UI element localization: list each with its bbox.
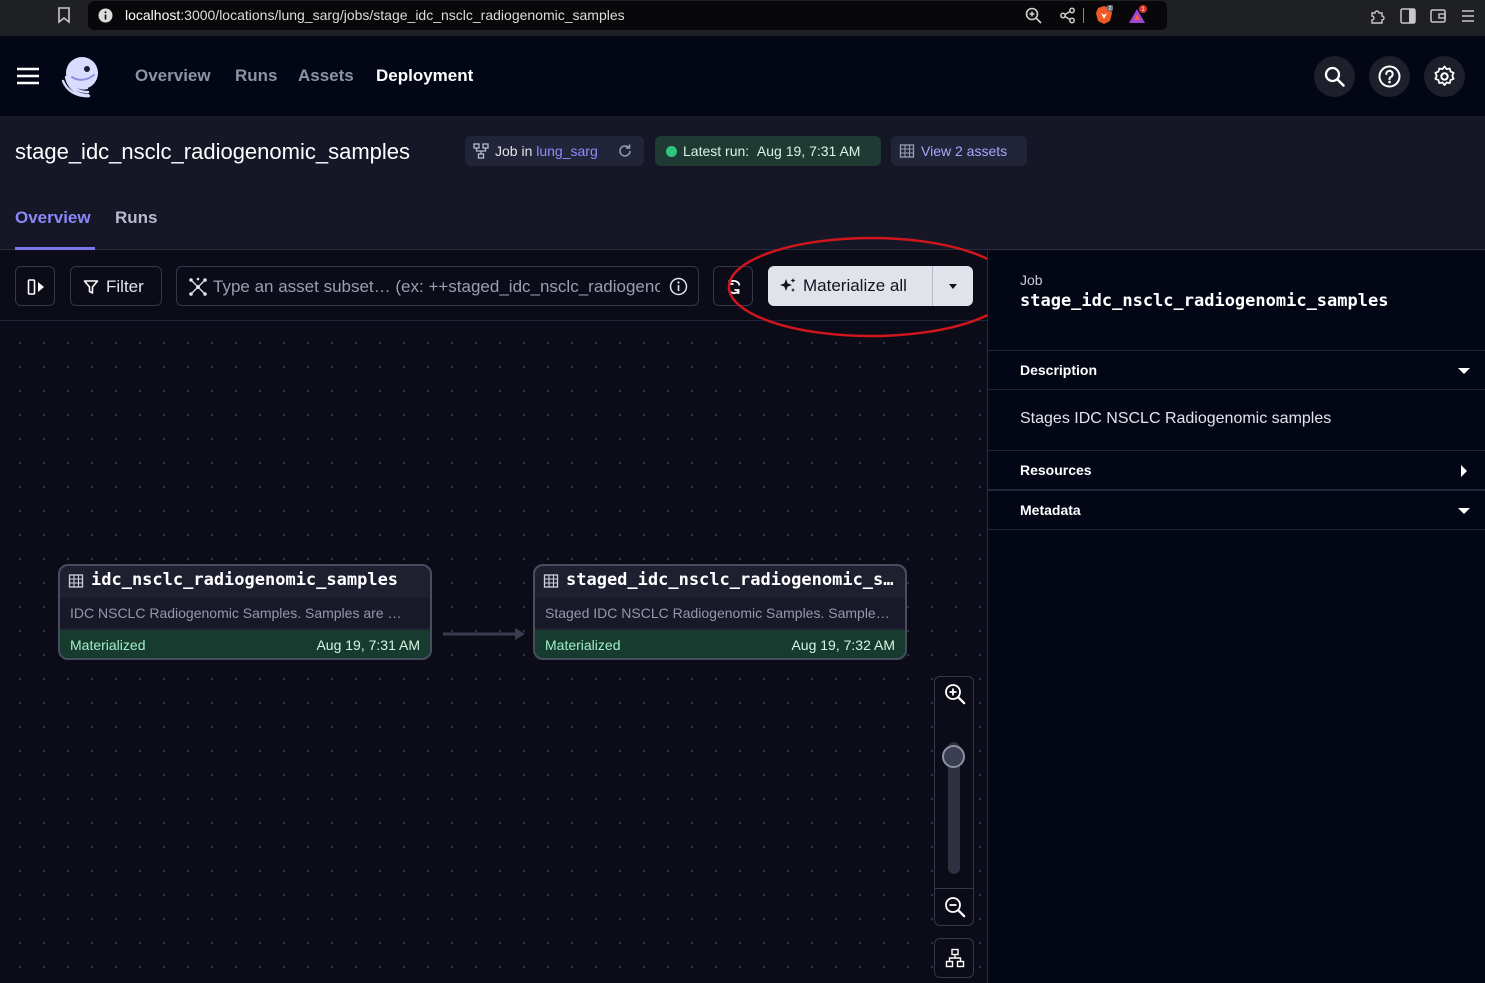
filter-icon — [83, 280, 99, 294]
page-title: stage_idc_nsclc_radiogenomic_samples — [15, 139, 411, 164]
nav-overview[interactable]: Overview — [135, 66, 211, 86]
description-section-header[interactable]: Description — [988, 350, 1485, 390]
view-assets-label: View 2 assets — [921, 143, 1008, 159]
address-separator — [1083, 8, 1084, 23]
brave-rewards-icon[interactable]: 1 — [1128, 5, 1148, 25]
run-success-dot — [666, 146, 677, 157]
settings-button[interactable] — [1424, 56, 1465, 97]
site-info-icon[interactable] — [98, 8, 113, 23]
materialization-status: Materialized — [70, 637, 146, 653]
help-icon — [1378, 65, 1401, 88]
materialize-all-button[interactable]: Materialize all — [768, 266, 973, 306]
asset-node-header: staged_idc_nsclc_radiogenomic_samples — [535, 566, 905, 596]
metadata-section-header[interactable]: Metadata — [988, 490, 1485, 530]
nav-runs[interactable]: Runs — [235, 66, 278, 86]
materialize-all-label: Materialize all — [803, 276, 907, 295]
hierarchy-icon — [945, 948, 965, 968]
toggle-sidebar-button[interactable] — [15, 266, 55, 306]
section-label: Resources — [1020, 462, 1092, 478]
asset-selection-icon — [188, 277, 208, 297]
chevron-down-icon — [1458, 508, 1470, 514]
asset-node-header: idc_nsclc_radiogenomic_samples — [60, 566, 430, 596]
dagster-logo-icon[interactable] — [58, 53, 106, 101]
zoom-out-icon[interactable] — [944, 896, 966, 918]
filter-label: Filter — [106, 277, 144, 296]
bookmark-icon[interactable] — [56, 6, 72, 24]
asset-node-name: idc_nsclc_radiogenomic_samples — [91, 570, 399, 590]
reload-definitions-icon[interactable] — [617, 143, 633, 159]
materialization-status: Materialized — [545, 637, 621, 653]
chevron-right-icon — [1461, 465, 1467, 477]
wallet-icon[interactable] — [1429, 7, 1447, 25]
asset-graph-canvas[interactable]: Filter Type an asset subset… (ex: ++stag… — [0, 251, 987, 983]
chevron-down-icon[interactable] — [948, 281, 958, 291]
view-assets-tag[interactable]: View 2 assets — [891, 136, 1027, 166]
app-header: Overview Runs Assets Deployment — [0, 36, 1485, 116]
asset-node[interactable]: idc_nsclc_radiogenomic_samples IDC NSCLC… — [58, 564, 432, 660]
active-tab-indicator — [15, 247, 95, 250]
asset-node-name: staged_idc_nsclc_radiogenomic_samples — [566, 570, 900, 590]
zoom-slider-handle[interactable] — [942, 745, 965, 768]
job-location-tag: Job in lung_sarg — [465, 136, 644, 166]
page-header: stage_idc_nsclc_radiogenomic_samples Job… — [0, 116, 1485, 250]
job-details-panel: Job stage_idc_nsclc_radiogenomic_samples… — [987, 251, 1485, 983]
asset-node[interactable]: staged_idc_nsclc_radiogenomic_samples St… — [533, 564, 907, 660]
zoom-controls — [934, 676, 974, 926]
button-divider — [932, 266, 933, 306]
search-button[interactable] — [1314, 56, 1355, 97]
sparkle-icon — [779, 277, 797, 295]
share-icon[interactable] — [1059, 7, 1076, 24]
section-label: Metadata — [1020, 502, 1081, 518]
refresh-button[interactable] — [713, 266, 753, 306]
section-label: Description — [1020, 362, 1098, 378]
hamburger-menu-icon[interactable] — [16, 66, 40, 86]
asset-node-description: IDC NSCLC Radiogenomic Samples. Samples … — [60, 598, 430, 628]
search-icon — [1324, 66, 1345, 87]
address-bar[interactable]: localhost:3000/locations/lung_sarg/jobs/… — [88, 1, 1167, 30]
job-graph-icon — [473, 143, 489, 159]
job-location-label: Job in lung_sarg — [495, 143, 598, 159]
asset-node-description: Staged IDC NSCLC Radiogenomic Samples. S… — [535, 598, 905, 628]
job-description-text: Stages IDC NSCLC Radiogenomic samples — [1020, 410, 1332, 427]
zoom-icon[interactable] — [1025, 7, 1042, 24]
zoom-separator — [935, 888, 973, 889]
browser-menu-icon[interactable] — [1459, 7, 1477, 25]
graph-toolbar: Filter Type an asset subset… (ex: ++stag… — [0, 251, 987, 321]
url-text: localhost:3000/locations/lung_sarg/jobs/… — [125, 7, 625, 23]
filter-button[interactable]: Filter — [70, 266, 162, 306]
latest-run-tag[interactable]: Latest run: Aug 19, 7:31 AM — [655, 136, 881, 166]
extensions-icon[interactable] — [1369, 7, 1387, 25]
table-icon — [899, 143, 915, 159]
zoom-in-icon[interactable] — [944, 683, 966, 705]
chevron-down-icon — [1458, 368, 1470, 374]
svg-text:2: 2 — [1109, 6, 1112, 12]
help-button[interactable] — [1369, 56, 1410, 97]
info-icon[interactable] — [669, 277, 688, 296]
brave-shields-icon[interactable]: 2 — [1095, 5, 1113, 25]
nav-assets[interactable]: Assets — [298, 66, 354, 86]
latest-run-label: Latest run: Aug 19, 7:31 AM — [683, 143, 861, 159]
table-icon — [68, 574, 84, 588]
asset-node-status: Materialized Aug 19, 7:31 AM — [60, 630, 430, 658]
tab-overview[interactable]: Overview — [15, 208, 91, 228]
refresh-icon — [727, 280, 741, 294]
gear-icon — [1434, 65, 1455, 86]
tab-runs[interactable]: Runs — [115, 208, 158, 228]
resources-section-header[interactable]: Resources — [988, 450, 1485, 490]
sidebar-panel-icon[interactable] — [1399, 7, 1417, 25]
materialization-timestamp[interactable]: Aug 19, 7:32 AM — [791, 637, 895, 653]
materialization-timestamp[interactable]: Aug 19, 7:31 AM — [316, 637, 420, 653]
panel-toggle-icon — [27, 279, 44, 295]
nav-deployment[interactable]: Deployment — [376, 66, 473, 86]
table-icon — [543, 574, 559, 588]
dependency-edge — [441, 627, 531, 641]
repository-link[interactable]: lung_sarg — [536, 143, 598, 159]
panel-job-title: stage_idc_nsclc_radiogenomic_samples — [1020, 291, 1389, 311]
browser-toolbar: localhost:3000/locations/lung_sarg/jobs/… — [0, 0, 1485, 36]
auto-layout-button[interactable] — [934, 938, 974, 978]
asset-selection-placeholder: Type an asset subset… (ex: ++staged_idc_… — [213, 277, 660, 296]
asset-node-status: Materialized Aug 19, 7:32 AM — [535, 630, 905, 658]
asset-selection-input[interactable]: Type an asset subset… (ex: ++staged_idc_… — [176, 266, 699, 306]
panel-type-label: Job — [1020, 272, 1043, 288]
